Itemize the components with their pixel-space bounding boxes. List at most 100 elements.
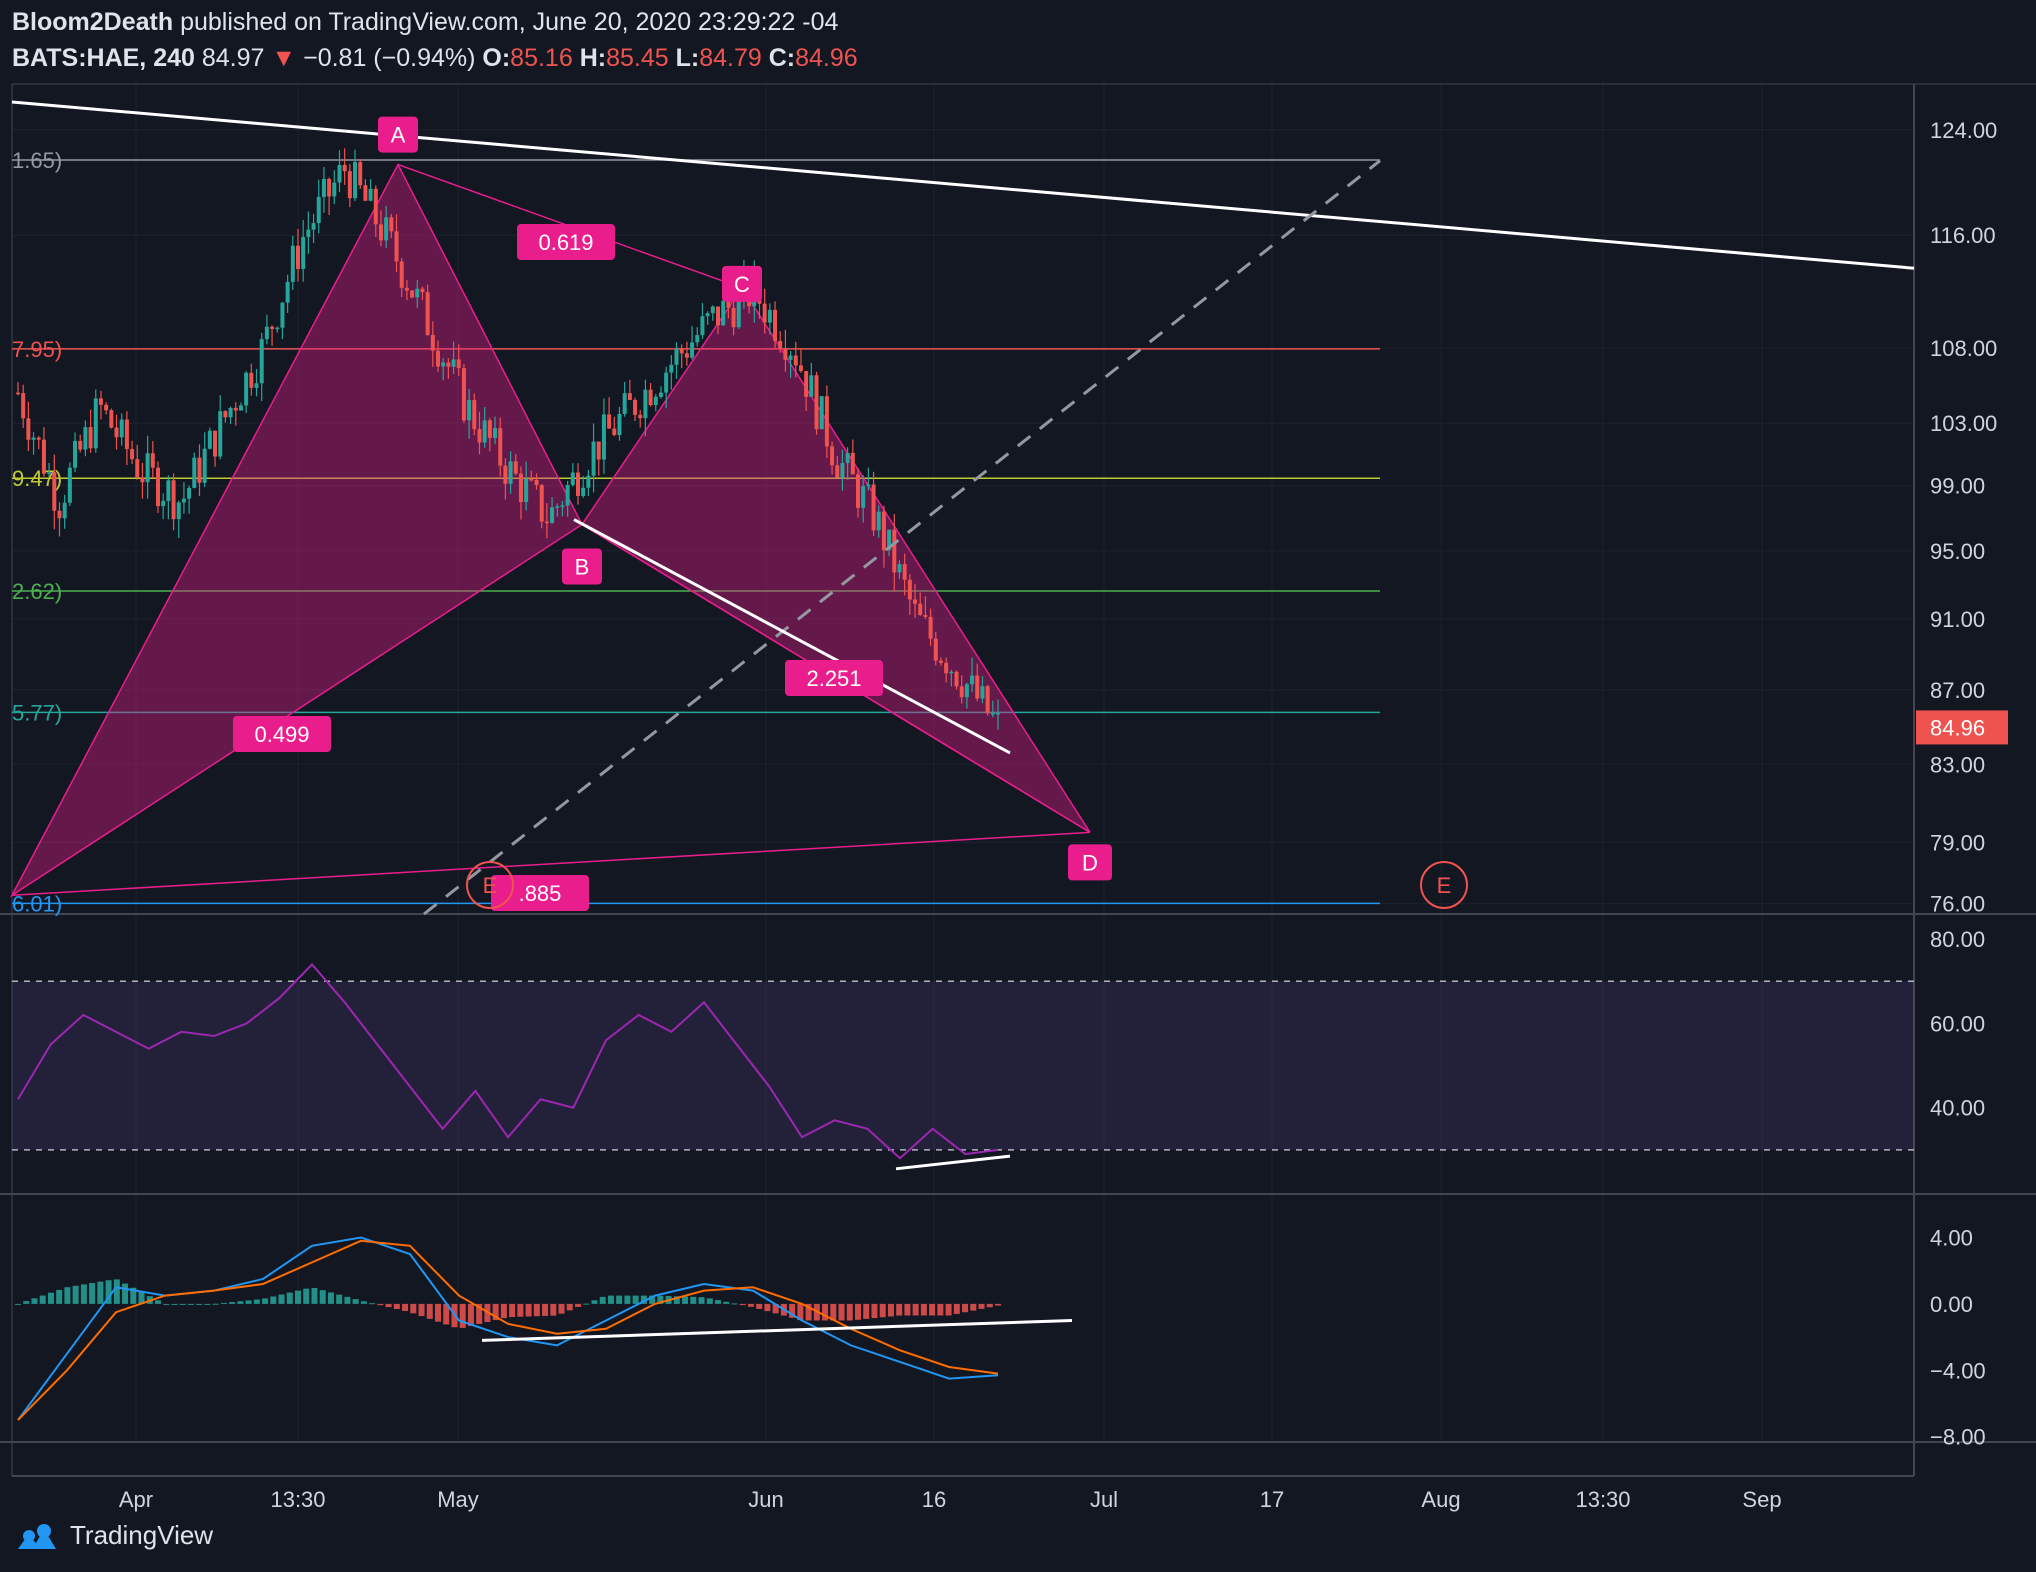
- candle-body: [996, 713, 1000, 715]
- candle-body: [197, 457, 202, 483]
- candle-body: [876, 511, 881, 531]
- candle-body: [695, 335, 700, 343]
- candle-body: [441, 362, 446, 367]
- macd-histogram-bar: [467, 1303, 474, 1326]
- candle-body: [648, 389, 653, 406]
- candle-body: [430, 335, 435, 351]
- macd-tick-3: −8.00: [1930, 1425, 1986, 1450]
- macd-histogram-bar: [747, 1303, 754, 1307]
- candle-body: [202, 448, 207, 483]
- macd-histogram-bar: [97, 1281, 104, 1304]
- candle-body: [964, 684, 969, 698]
- candle-body: [773, 309, 778, 341]
- candle-body: [783, 348, 788, 360]
- macd-histogram-bar: [920, 1303, 927, 1316]
- candle-body: [327, 178, 332, 197]
- candle-body: [150, 453, 155, 468]
- tradingview-logo[interactable]: TradingView: [14, 1520, 213, 1551]
- candle-body: [560, 505, 565, 507]
- candle-body: [415, 288, 420, 298]
- macd-histogram-bar: [624, 1295, 631, 1304]
- macd-histogram-bar: [682, 1296, 689, 1304]
- rsi-tick-0: 80.00: [1930, 927, 1985, 952]
- candle-body: [425, 292, 430, 336]
- candle-body: [218, 411, 223, 457]
- fib-level-label-0: 1.65): [12, 148, 62, 173]
- macd-histogram-bar: [171, 1303, 178, 1305]
- macd-divergence-line: [481, 1318, 1073, 1342]
- last-price-label: 84.96: [1930, 715, 1985, 740]
- candle-body: [280, 302, 285, 328]
- candle-body: [804, 371, 809, 397]
- macd-histogram-bar: [591, 1300, 598, 1304]
- candle-body: [643, 389, 648, 419]
- macd-histogram-bar: [344, 1296, 351, 1304]
- candle-body: [550, 507, 555, 523]
- candle-body: [700, 316, 705, 336]
- macd-histogram-bar: [196, 1303, 203, 1305]
- macd-histogram-bar: [945, 1303, 952, 1316]
- macd-histogram-bar: [616, 1295, 623, 1304]
- candle-body: [156, 467, 160, 507]
- tradingview-brand: TradingView: [70, 1520, 214, 1550]
- symbol-label: BATS:HAE, 240: [12, 44, 195, 72]
- macd-histogram-bar: [410, 1303, 417, 1314]
- candle-body: [228, 407, 233, 418]
- tradingview-cloud-icon: [18, 1523, 56, 1549]
- macd-histogram-bar: [122, 1283, 129, 1304]
- candle-body: [544, 521, 549, 524]
- candle-body: [67, 467, 72, 503]
- macd-histogram-bar: [566, 1303, 573, 1311]
- macd-histogram-bar: [15, 1303, 21, 1305]
- candle-body: [88, 427, 93, 449]
- macd-histogram-bar: [846, 1303, 853, 1321]
- author-name[interactable]: Bloom2Death: [12, 8, 173, 36]
- candle-body: [270, 326, 275, 330]
- resistance-trendline: [11, 100, 1915, 270]
- down-arrow-icon: ▼: [271, 44, 297, 72]
- candle-body: [990, 713, 995, 715]
- macd-histogram-bar: [863, 1303, 870, 1319]
- candle-body: [871, 484, 876, 531]
- fib-level-label-1: 7.95): [12, 337, 62, 362]
- macd-histogram-bar: [607, 1295, 614, 1304]
- candle-body: [570, 472, 575, 485]
- macd-histogram-bar: [39, 1295, 46, 1304]
- macd-histogram-bar: [739, 1303, 746, 1306]
- candle-body: [798, 365, 803, 372]
- macd-histogram-bar: [500, 1303, 507, 1319]
- candle-body: [793, 355, 798, 366]
- price-tick-3: 103.00: [1930, 411, 1997, 436]
- macd-histogram-bar: [731, 1303, 738, 1305]
- macd-histogram-bar: [89, 1283, 96, 1304]
- candle-body: [788, 355, 793, 360]
- time-tick-7: Aug: [1421, 1487, 1460, 1512]
- macd-tick-0: 4.00: [1930, 1225, 1973, 1250]
- ratio-label-0: 0.619: [538, 230, 593, 255]
- candle-body: [21, 393, 26, 419]
- candle-body: [275, 327, 280, 330]
- candle-body: [627, 393, 632, 400]
- macd-histogram-bar: [229, 1302, 236, 1304]
- candle-body: [487, 420, 492, 438]
- candle-body: [881, 511, 886, 551]
- candle-body: [264, 326, 269, 340]
- macd-histogram-bar: [179, 1303, 186, 1305]
- candle-body: [923, 615, 928, 617]
- candle-body: [902, 564, 907, 580]
- candle-body: [524, 479, 529, 503]
- candle-body: [856, 474, 860, 508]
- macd-histogram-bar: [525, 1303, 532, 1317]
- candle-body: [539, 484, 544, 522]
- macd-histogram-bar: [550, 1303, 557, 1316]
- main-chart-svg[interactable]: 1.65)7.95)9.47)2.62)5.77)6.01)ABCD0.6190…: [0, 0, 2036, 1572]
- ratio-label-1: 0.499: [254, 722, 309, 747]
- candle-body: [762, 303, 767, 323]
- macd-histogram-bar: [418, 1303, 425, 1317]
- candle-body: [296, 245, 300, 269]
- time-tick-1: 13:30: [270, 1487, 325, 1512]
- candle-body: [555, 506, 560, 508]
- macd-histogram-bar: [360, 1301, 367, 1304]
- candle-body: [394, 231, 399, 262]
- candle-body: [830, 446, 835, 466]
